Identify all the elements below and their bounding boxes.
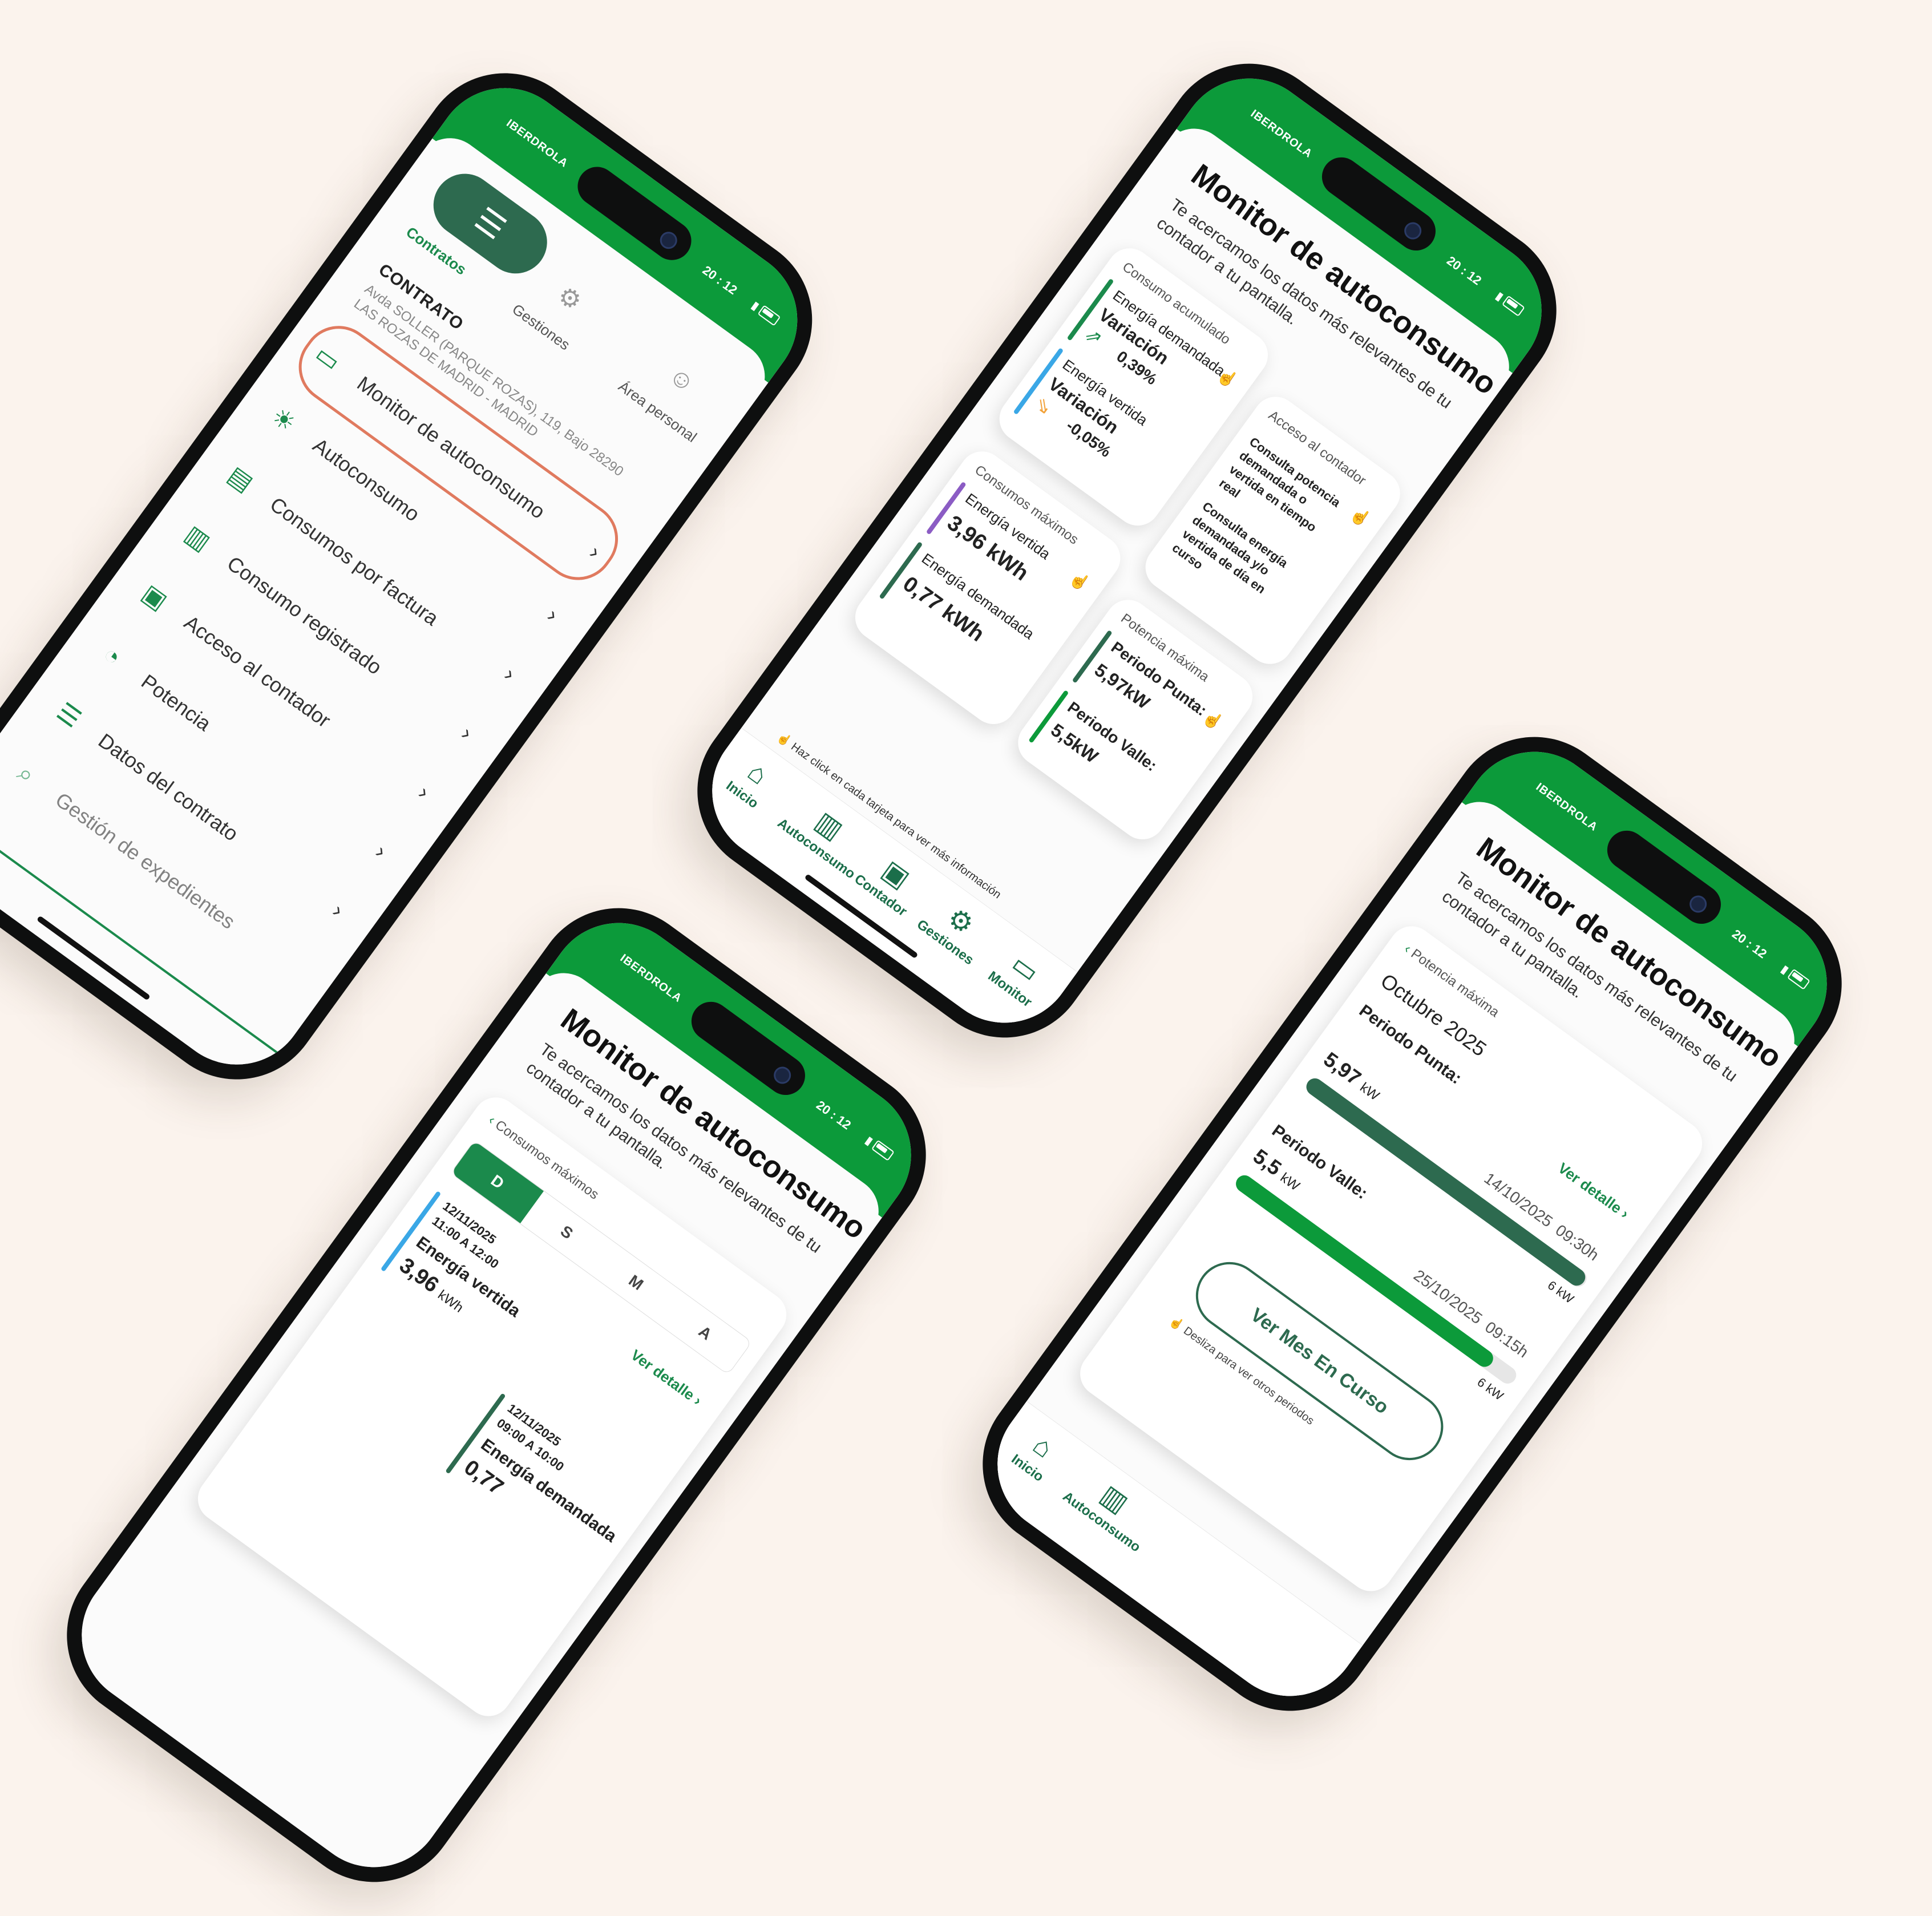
value-unit: kW xyxy=(1357,1080,1383,1104)
nav-inicio[interactable]: ⌂ Inicio xyxy=(710,741,795,822)
brand-logo: IBERDROLA xyxy=(1533,781,1600,834)
month-label: Octubre 2025 xyxy=(1376,968,1491,1061)
nav-monitor[interactable]: ▭ Monitor xyxy=(977,935,1062,1016)
battery-icon xyxy=(1501,295,1525,317)
brand-logo: IBERDROLA xyxy=(1248,107,1315,161)
value-unit: kW xyxy=(1277,1170,1303,1194)
nav-autoconsumo[interactable]: ▥ Autoconsumo xyxy=(1060,1461,1158,1555)
link-label: Ver detalle xyxy=(628,1346,698,1404)
tab-year[interactable]: A xyxy=(659,1292,751,1375)
hamburger-icon: ☰ xyxy=(468,200,513,246)
status-time: 20 : 12 xyxy=(1729,926,1770,961)
status-time: 20 : 12 xyxy=(814,1097,854,1133)
screen: IBERDROLA 20 : 12 ▮ ☰ Contratos ⚙ Gestio… xyxy=(0,60,826,1093)
battery-icon xyxy=(1787,968,1810,990)
monitor-icon: ▭ xyxy=(310,339,346,377)
ver-detalle-link[interactable]: Ver detalle › xyxy=(1555,1159,1632,1223)
battery-icon xyxy=(757,305,781,326)
invoice-icon: ▤ xyxy=(223,460,258,498)
bar-chart-icon: ▥ xyxy=(180,519,216,556)
meter-icon: ▣ xyxy=(137,579,173,616)
camera-icon xyxy=(1401,219,1425,243)
camera-icon xyxy=(1686,892,1711,916)
camera-icon xyxy=(770,1063,795,1088)
value-number: 5,97 xyxy=(1319,1047,1366,1090)
battery-icon xyxy=(871,1139,895,1161)
nav-inicio[interactable]: ⌂ Inicio xyxy=(995,1414,1080,1495)
brand-logo: IBERDROLA xyxy=(504,116,571,170)
value-unit: kWh xyxy=(435,1287,466,1316)
camera-icon xyxy=(656,228,681,253)
chevron-right-icon: › xyxy=(691,1392,705,1409)
gear-icon[interactable]: ⚙ xyxy=(552,280,587,317)
phone-menu: IBERDROLA 20 : 12 ▮ ☰ Contratos ⚙ Gestio… xyxy=(0,39,846,1114)
link-label: Ver detalle xyxy=(1555,1159,1625,1217)
tap-icon: ☝ xyxy=(1066,568,1093,594)
status-time: 20 : 12 xyxy=(700,262,740,298)
ver-detalle-link[interactable]: Ver detalle › xyxy=(628,1346,705,1409)
search-icon: ⌕ xyxy=(12,758,41,790)
document-icon: ☰ xyxy=(51,697,87,733)
nav-gestiones[interactable]: ⚙ Gestiones xyxy=(913,888,998,969)
value-number: 5,5 xyxy=(1248,1144,1286,1180)
brand-logo: IBERDROLA xyxy=(617,952,685,1005)
status-time: 20 : 12 xyxy=(1444,253,1485,288)
user-icon[interactable]: ☺ xyxy=(663,361,701,399)
solar-panel-icon: ☀ xyxy=(266,402,301,438)
gauge-icon: ◔ xyxy=(98,640,127,672)
chevron-right-icon: › xyxy=(1618,1205,1632,1222)
